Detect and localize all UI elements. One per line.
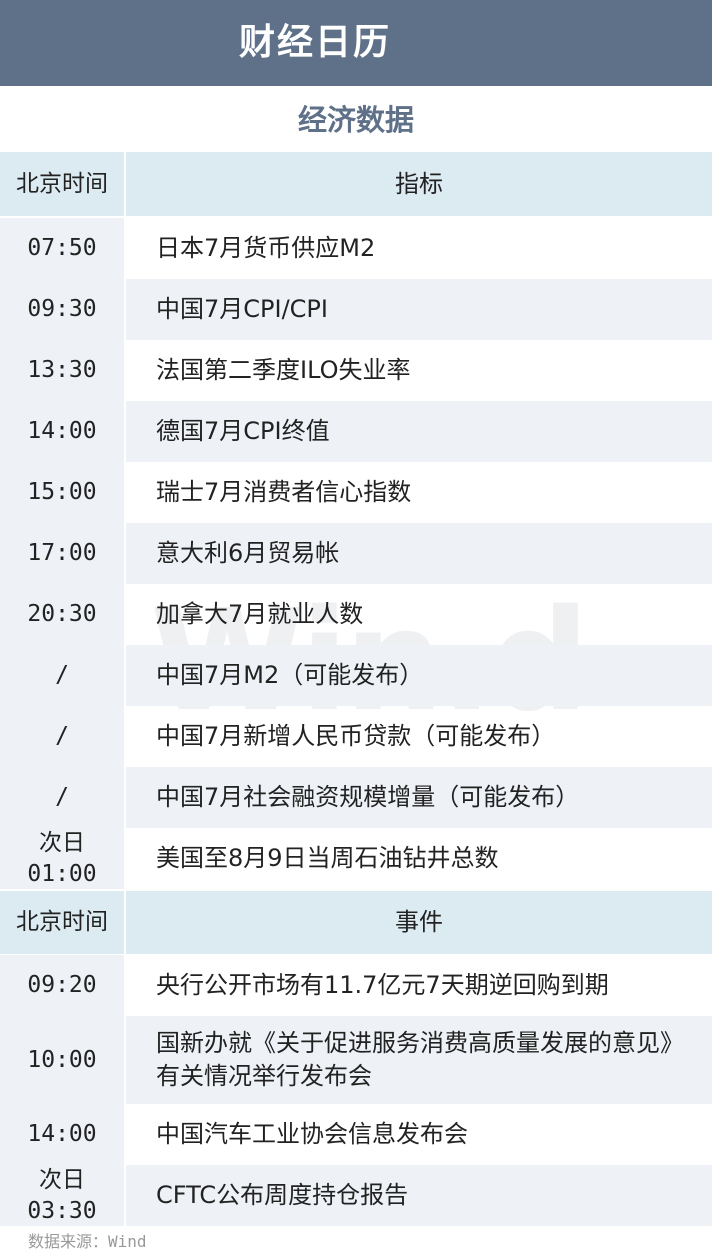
header-time: 北京时间 bbox=[0, 152, 124, 216]
row-item: 美国至8月9日当周石油钻井总数 bbox=[156, 844, 499, 872]
row-time: 09:20 bbox=[0, 955, 124, 1016]
row-day: 次日 bbox=[39, 829, 85, 856]
table-row: 17:00 意大利6月贸易帐 bbox=[0, 523, 712, 584]
row-time: 13:30 bbox=[0, 340, 124, 401]
row-item: 中国7月社会融资规模增量（可能发布） bbox=[126, 767, 712, 828]
table-row: / 中国7月社会融资规模增量（可能发布） bbox=[0, 767, 712, 828]
table-row: 14:00 中国汽车工业协会信息发布会 bbox=[0, 1104, 712, 1165]
row-time: 09:30 bbox=[0, 279, 124, 340]
row-time: / bbox=[0, 645, 124, 706]
table-row: 次日 03:30 CFTC公布周度持仓报告 bbox=[0, 1165, 712, 1226]
row-item: 意大利6月贸易帐 bbox=[126, 523, 712, 584]
row-item: 中国7月新增人民币贷款（可能发布） bbox=[156, 722, 556, 750]
row-item: 中国7月CPI/CPI bbox=[126, 279, 712, 340]
header-item: 事件 bbox=[126, 891, 712, 954]
row-day: 次日 bbox=[39, 1166, 85, 1193]
data-source: 数据来源：Wind bbox=[28, 1232, 147, 1251]
row-item: 加拿大7月就业人数 bbox=[156, 600, 364, 628]
table-row: 10:00 国新办就《关于促进服务消费高质量发展的意见》有关情况举行发布会 bbox=[0, 1016, 712, 1104]
row-time: 14:00 bbox=[0, 401, 124, 462]
table-row: / 中国7月新增人民币贷款（可能发布） bbox=[0, 706, 712, 767]
section-title: 经济数据 bbox=[297, 103, 414, 137]
table-row: / 中国7月M2（可能发布） bbox=[0, 645, 712, 706]
row-time: / bbox=[0, 706, 124, 767]
row-item: 中国7月M2（可能发布） bbox=[126, 645, 712, 706]
header-item: 指标 bbox=[126, 152, 712, 216]
row-time: 次日 03:30 bbox=[0, 1165, 124, 1226]
row-item: 法国第二季度ILO失业率 bbox=[156, 356, 411, 384]
section-header: 经济数据 bbox=[0, 86, 712, 150]
row-item: 瑞士7月消费者信心指数 bbox=[156, 478, 412, 506]
table-row: 07:50 日本7月货币供应M2 bbox=[0, 218, 712, 279]
econ-table-header: 北京时间 指标 bbox=[0, 152, 712, 216]
row-item: 国新办就《关于促进服务消费高质量发展的意见》有关情况举行发布会 bbox=[126, 1016, 712, 1104]
page-title: 财经日历 bbox=[238, 22, 391, 63]
row-time: 次日 01:00 bbox=[0, 828, 124, 889]
row-item: 央行公开市场有11.7亿元7天期逆回购到期 bbox=[156, 971, 609, 999]
table-row: 14:00 德国7月CPI终值 bbox=[0, 401, 712, 462]
row-time: 10:00 bbox=[0, 1016, 124, 1104]
row-item: 德国7月CPI终值 bbox=[126, 401, 712, 462]
row-time: 17:00 bbox=[0, 523, 124, 584]
table-row: 09:20 央行公开市场有11.7亿元7天期逆回购到期 bbox=[0, 955, 712, 1016]
row-time: 20:30 bbox=[0, 584, 124, 645]
table-row: 13:30 法国第二季度ILO失业率 bbox=[0, 340, 712, 401]
table-row: 次日 01:00 美国至8月9日当周石油钻井总数 bbox=[0, 828, 712, 889]
event-table-header: 北京时间 事件 bbox=[0, 891, 712, 954]
row-time: / bbox=[0, 767, 124, 828]
table-row: 09:30 中国7月CPI/CPI bbox=[0, 279, 712, 340]
header-time: 北京时间 bbox=[0, 891, 124, 954]
row-item: CFTC公布周度持仓报告 bbox=[126, 1165, 712, 1226]
row-time: 14:00 bbox=[0, 1104, 124, 1165]
table-row: 20:30 加拿大7月就业人数 bbox=[0, 584, 712, 645]
calendar-header: 财经日历 bbox=[0, 0, 712, 86]
row-time-value: 01:00 bbox=[27, 860, 97, 887]
table-row: 15:00 瑞士7月消费者信心指数 bbox=[0, 462, 712, 523]
row-item: 中国汽车工业协会信息发布会 bbox=[156, 1120, 468, 1148]
row-time: 07:50 bbox=[0, 218, 124, 279]
row-time-value: 03:30 bbox=[27, 1197, 97, 1224]
row-item: 日本7月货币供应M2 bbox=[156, 234, 376, 262]
row-time: 15:00 bbox=[0, 462, 124, 523]
